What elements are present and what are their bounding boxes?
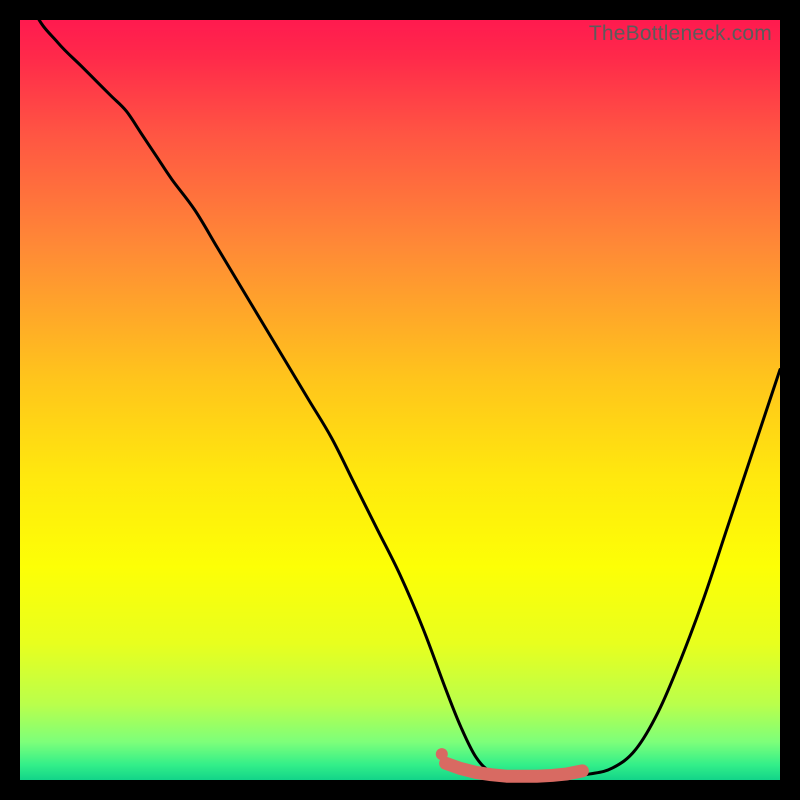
- curve-layer: [20, 20, 780, 780]
- plot-area: TheBottleneck.com: [20, 20, 780, 780]
- sweet-spot-band: [446, 763, 583, 776]
- sweet-spot-start-dot: [436, 748, 448, 760]
- watermark-text: TheBottleneck.com: [589, 22, 772, 46]
- sweet-spot-markers: [436, 748, 583, 776]
- bottleneck-curve: [20, 0, 780, 777]
- chart-frame: TheBottleneck.com: [0, 0, 800, 800]
